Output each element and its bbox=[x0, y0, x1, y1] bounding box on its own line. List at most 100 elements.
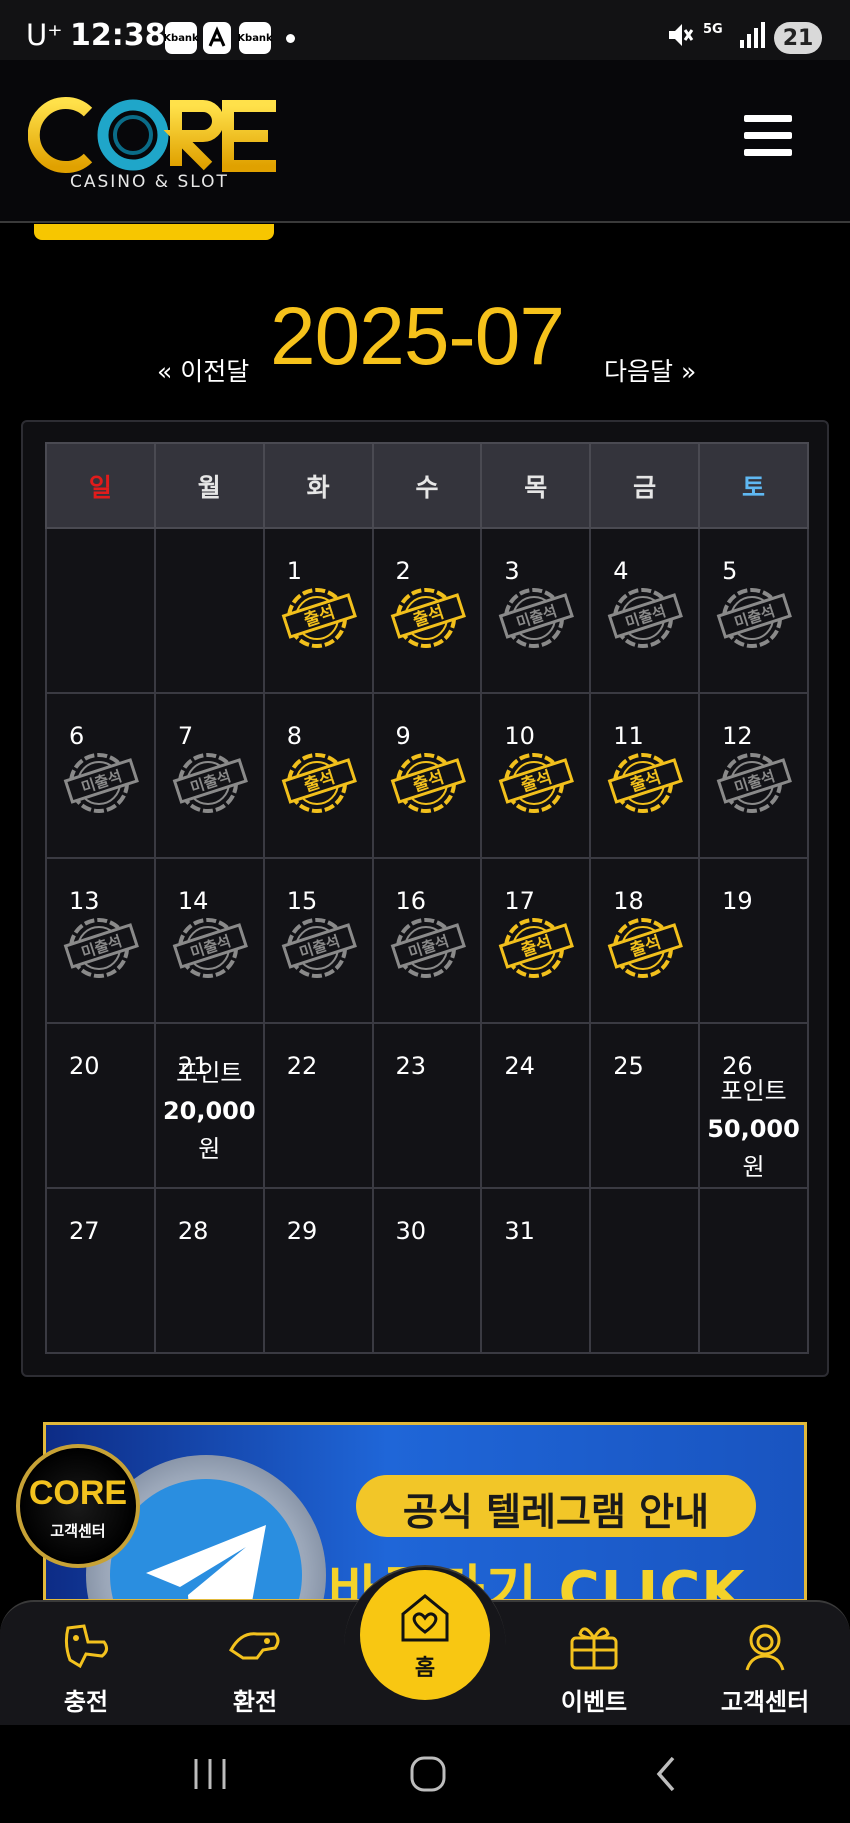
calendar-day-cell: 9 출석 bbox=[371, 692, 483, 859]
nav-home-label: 홈 bbox=[414, 1656, 436, 1681]
next-month-link[interactable]: 다음달 » bbox=[604, 352, 696, 388]
month-title: 2025-07 bbox=[270, 291, 565, 382]
nav-event[interactable]: 이벤트 bbox=[534, 1620, 654, 1717]
android-navigation-bar bbox=[0, 1725, 850, 1823]
calendar-day-cell: 5 미출석 bbox=[698, 527, 809, 694]
day-number: 25 bbox=[613, 1052, 644, 1080]
day-number: 19 bbox=[722, 887, 753, 915]
status-bar: U⁺ 12:38 Kbank Kbank 5G 21 bbox=[0, 0, 850, 60]
day-number: 2 bbox=[395, 557, 411, 585]
day-number: 15 bbox=[286, 887, 318, 915]
weekday-mon: 월 bbox=[153, 442, 265, 529]
calendar-day-cell: 13 미출석 bbox=[45, 857, 156, 1024]
point-reward: 포인트 20,000 원 bbox=[156, 1054, 263, 1168]
nav-deposit-label: 충전 bbox=[63, 1688, 109, 1716]
calendar-day-cell: 31 bbox=[480, 1187, 592, 1354]
badge-label: 고객센터 bbox=[50, 1522, 106, 1540]
calendar-week-row: 20 21 포인트 20,000 원 22 23 24 25 26 포인트 50,000 원 bbox=[45, 1022, 809, 1189]
kbank-notification-icon: Kbank bbox=[163, 22, 199, 54]
calendar-day-cell: 18 출석 bbox=[589, 857, 701, 1024]
day-number: 12 bbox=[722, 722, 753, 750]
calendar-day-cell: 25 bbox=[589, 1022, 701, 1189]
nav-withdraw[interactable]: 환전 bbox=[195, 1620, 315, 1717]
weekday-sun: 일 bbox=[45, 442, 156, 529]
day-number: 17 bbox=[504, 887, 535, 915]
attended-stamp-icon: 출석 bbox=[607, 918, 684, 978]
attended-stamp-icon: 출석 bbox=[390, 588, 466, 648]
calendar-empty-cell bbox=[698, 1187, 809, 1354]
absent-stamp-icon: 미출석 bbox=[390, 918, 466, 978]
recent-apps-icon bbox=[194, 1759, 226, 1789]
day-number: 16 bbox=[395, 887, 427, 915]
day-number: 18 bbox=[613, 887, 644, 915]
nav-withdraw-label: 환전 bbox=[232, 1688, 278, 1716]
day-number: 26 bbox=[722, 1052, 753, 1080]
day-number: 7 bbox=[177, 722, 194, 750]
reward-amount: 50,000 bbox=[707, 1115, 800, 1143]
back-button[interactable] bbox=[616, 1725, 716, 1823]
calendar-day-cell: 23 bbox=[371, 1022, 483, 1189]
gift-icon bbox=[570, 1627, 618, 1670]
calendar-day-cell: 15 미출석 bbox=[262, 857, 374, 1024]
absent-stamp-icon: 미출석 bbox=[63, 918, 139, 978]
day-number: 4 bbox=[613, 557, 629, 585]
day-number: 21 bbox=[177, 1052, 209, 1080]
attendance-calendar: 일 월 화 수 목 금 토 1 출석 2 출석 3 미출석 4 미출석 5 미출석 6 미출석 7 미출석… bbox=[21, 420, 829, 1377]
weekday-tue: 화 bbox=[262, 442, 374, 529]
absent-stamp-icon: 미출석 bbox=[716, 753, 792, 813]
nav-support-label: 고객센터 bbox=[720, 1688, 810, 1716]
absent-stamp-icon: 미출석 bbox=[716, 588, 792, 648]
network-5g-icon: 5G bbox=[703, 22, 723, 37]
day-number: 28 bbox=[177, 1217, 209, 1245]
weekday-header-row: 일 월 화 수 목 금 토 bbox=[45, 442, 809, 529]
day-number: 10 bbox=[504, 722, 535, 750]
calendar-week-row: 1 출석 2 출석 3 미출석 4 미출석 5 미출석 bbox=[45, 527, 809, 694]
attended-stamp-icon: 출석 bbox=[281, 753, 357, 813]
day-number: 30 bbox=[395, 1217, 427, 1245]
absent-stamp-icon: 미출석 bbox=[63, 753, 139, 813]
calendar-day-cell: 8 출석 bbox=[262, 692, 374, 859]
calendar-week-row: 13 미출석 14 미출석 15 미출석 16 미출석 17 출석 18 출석 19 bbox=[45, 857, 809, 1024]
absent-stamp-icon: 미출석 bbox=[172, 753, 248, 813]
nav-home-button[interactable]: 홈 bbox=[360, 1570, 490, 1700]
calendar-day-cell: 1 출석 bbox=[262, 527, 374, 694]
prev-month-link[interactable]: « 이전달 bbox=[157, 352, 249, 388]
attended-stamp-icon: 출석 bbox=[281, 588, 357, 648]
calendar-day-cell: 11 출석 bbox=[589, 692, 701, 859]
deposit-icon bbox=[64, 1624, 109, 1669]
calendar-day-cell: 14 미출석 bbox=[153, 857, 265, 1024]
core-logo[interactable]: CASINO & SLOT bbox=[27, 90, 288, 192]
calendar-day-cell: 20 bbox=[45, 1022, 156, 1189]
attended-stamp-icon: 출석 bbox=[499, 918, 575, 978]
reward-amount: 20,000 bbox=[162, 1097, 256, 1125]
floating-support-button[interactable]: CORE 고객센터 bbox=[16, 1444, 140, 1568]
more-notifications-dot bbox=[286, 34, 295, 43]
absent-stamp-icon: 미출석 bbox=[172, 918, 248, 978]
day-number: 29 bbox=[286, 1217, 318, 1245]
calendar-day-cell: 27 bbox=[45, 1187, 156, 1354]
back-icon bbox=[656, 1756, 675, 1792]
hamburger-menu-button[interactable] bbox=[744, 115, 792, 157]
system-home-button[interactable] bbox=[378, 1725, 478, 1823]
calendar-day-cell: 26 포인트 50,000 원 bbox=[698, 1022, 809, 1189]
reward-unit: 원 bbox=[198, 1135, 221, 1163]
calendar-empty-cell bbox=[589, 1187, 701, 1354]
nav-deposit[interactable]: 충전 bbox=[26, 1620, 146, 1717]
kbank-notification-icon: Kbank bbox=[237, 22, 273, 54]
recent-apps-button[interactable] bbox=[160, 1725, 260, 1823]
app-header: CASINO & SLOT bbox=[0, 60, 850, 223]
weekday-fri: 금 bbox=[589, 442, 701, 529]
yellow-tab-button[interactable] bbox=[34, 224, 274, 240]
nav-event-label: 이벤트 bbox=[560, 1688, 628, 1716]
banner-title: 공식 텔레그램 안내 bbox=[402, 1490, 710, 1534]
calendar-day-cell: 22 bbox=[262, 1022, 374, 1189]
point-reward: 포인트 50,000 원 bbox=[700, 1072, 807, 1186]
attended-stamp-icon: 출석 bbox=[499, 753, 575, 813]
calendar-day-cell: 29 bbox=[262, 1187, 374, 1354]
nav-support[interactable]: 고객센터 bbox=[705, 1620, 825, 1717]
absent-stamp-icon: 미출석 bbox=[499, 588, 575, 648]
calendar-week-row: 6 미출석 7 미출석 8 출석 9 출석 10 출석 11 출석 12 미출석 bbox=[45, 692, 809, 859]
withdraw-icon bbox=[229, 1632, 280, 1660]
calendar-day-cell: 10 출석 bbox=[480, 692, 592, 859]
day-number: 13 bbox=[69, 887, 100, 915]
